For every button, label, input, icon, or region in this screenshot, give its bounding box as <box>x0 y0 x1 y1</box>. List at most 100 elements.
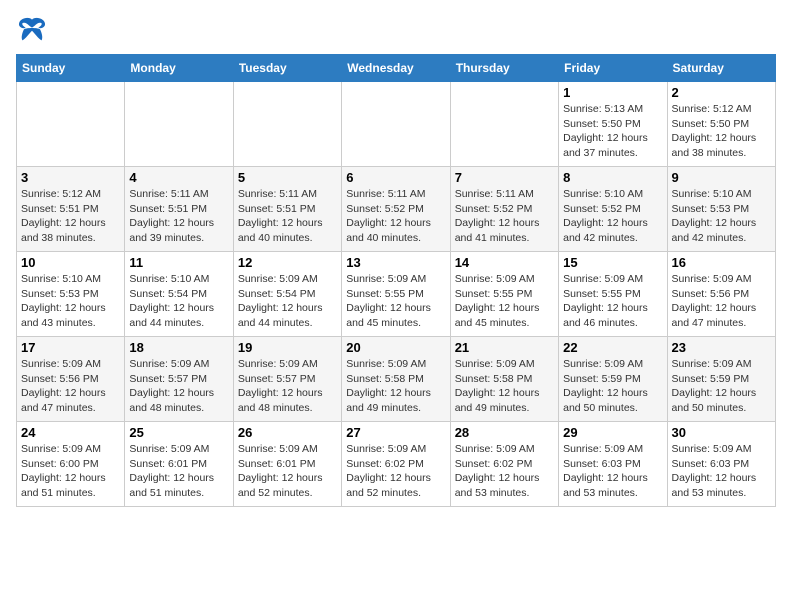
day-info: Sunrise: 5:13 AM Sunset: 5:50 PM Dayligh… <box>563 102 662 161</box>
calendar-cell: 23 Sunrise: 5:09 AM Sunset: 5:59 PM Dayli… <box>667 337 775 422</box>
day-info: Sunrise: 5:09 AM Sunset: 6:00 PM Dayligh… <box>21 442 120 501</box>
day-info: Sunrise: 5:11 AM Sunset: 5:52 PM Dayligh… <box>346 187 445 246</box>
day-info: Sunrise: 5:09 AM Sunset: 5:55 PM Dayligh… <box>455 272 554 331</box>
calendar-cell: 15Sunrise: 5:09 AM Sunset: 5:55 PM Dayli… <box>559 252 667 337</box>
calendar-cell: 2 Sunrise: 5:12 AM Sunset: 5:50 PM Daylig… <box>667 82 775 167</box>
day-info: Sunrise: 5:12 AM Sunset: 5:50 PM Dayligh… <box>672 102 771 161</box>
calendar-cell: 13 Sunrise: 5:09 AM Sunset: 5:55 PM Dayli… <box>342 252 450 337</box>
calendar-cell: 6 Sunrise: 5:11 AM Sunset: 5:52 PM Daylig… <box>342 167 450 252</box>
day-number: 4 <box>129 170 228 185</box>
day-info: Sunrise: 5:09 AM Sunset: 5:54 PM Dayligh… <box>238 272 337 331</box>
calendar-cell: 17 Sunrise: 5:09 AM Sunset: 5:56 PM Dayli… <box>17 337 125 422</box>
day-info: Sunrise: 5:09 AM Sunset: 5:55 PM Dayligh… <box>563 272 662 331</box>
day-info: Sunrise: 5:09 AM Sunset: 5:56 PM Dayligh… <box>21 357 120 416</box>
day-number: 25 <box>129 425 228 440</box>
day-number: 26 <box>238 425 337 440</box>
page-header <box>16 16 776 44</box>
day-info: Sunrise: 5:09 AM Sunset: 6:02 PM Dayligh… <box>346 442 445 501</box>
logo <box>16 16 52 44</box>
calendar-cell: 12 Sunrise: 5:09 AM Sunset: 5:54 PM Dayli… <box>233 252 341 337</box>
day-info: Sunrise: 5:09 AM Sunset: 5:55 PM Dayligh… <box>346 272 445 331</box>
day-info: Sunrise: 5:09 AM Sunset: 5:58 PM Dayligh… <box>346 357 445 416</box>
day-number: 30 <box>672 425 771 440</box>
day-info: Sunrise: 5:09 AM Sunset: 5:58 PM Dayligh… <box>455 357 554 416</box>
day-number: 16 <box>672 255 771 270</box>
weekday-header-saturday: Saturday <box>667 55 775 82</box>
calendar-cell: 10 Sunrise: 5:10 AM Sunset: 5:53 PM Dayli… <box>17 252 125 337</box>
day-number: 10 <box>21 255 120 270</box>
day-number: 11 <box>129 255 228 270</box>
day-info: Sunrise: 5:09 AM Sunset: 5:59 PM Dayligh… <box>563 357 662 416</box>
calendar-cell <box>125 82 233 167</box>
day-number: 20 <box>346 340 445 355</box>
weekday-header-thursday: Thursday <box>450 55 558 82</box>
day-info: Sunrise: 5:10 AM Sunset: 5:53 PM Dayligh… <box>21 272 120 331</box>
calendar-cell: 5Sunrise: 5:11 AM Sunset: 5:51 PM Daylig… <box>233 167 341 252</box>
calendar-cell: 28 Sunrise: 5:09 AM Sunset: 6:02 PM Dayli… <box>450 422 558 507</box>
calendar-week-row: 17 Sunrise: 5:09 AM Sunset: 5:56 PM Dayli… <box>17 337 776 422</box>
day-number: 14 <box>455 255 554 270</box>
day-number: 22 <box>563 340 662 355</box>
day-number: 23 <box>672 340 771 355</box>
calendar-cell: 26 Sunrise: 5:09 AM Sunset: 6:01 PM Dayli… <box>233 422 341 507</box>
calendar-cell: 24 Sunrise: 5:09 AM Sunset: 6:00 PM Dayli… <box>17 422 125 507</box>
day-number: 12 <box>238 255 337 270</box>
calendar-cell <box>233 82 341 167</box>
day-info: Sunrise: 5:09 AM Sunset: 6:01 PM Dayligh… <box>129 442 228 501</box>
day-info: Sunrise: 5:09 AM Sunset: 6:03 PM Dayligh… <box>672 442 771 501</box>
day-number: 8 <box>563 170 662 185</box>
calendar-cell: 7 Sunrise: 5:11 AM Sunset: 5:52 PM Daylig… <box>450 167 558 252</box>
day-number: 18 <box>129 340 228 355</box>
day-number: 21 <box>455 340 554 355</box>
day-number: 28 <box>455 425 554 440</box>
calendar-table: SundayMondayTuesdayWednesdayThursdayFrid… <box>16 54 776 507</box>
day-info: Sunrise: 5:09 AM Sunset: 6:01 PM Dayligh… <box>238 442 337 501</box>
calendar-cell: 20 Sunrise: 5:09 AM Sunset: 5:58 PM Dayli… <box>342 337 450 422</box>
day-number: 13 <box>346 255 445 270</box>
day-info: Sunrise: 5:11 AM Sunset: 5:51 PM Dayligh… <box>129 187 228 246</box>
weekday-header-tuesday: Tuesday <box>233 55 341 82</box>
calendar-week-row: 24 Sunrise: 5:09 AM Sunset: 6:00 PM Dayli… <box>17 422 776 507</box>
day-number: 29 <box>563 425 662 440</box>
day-number: 7 <box>455 170 554 185</box>
day-number: 9 <box>672 170 771 185</box>
day-number: 24 <box>21 425 120 440</box>
calendar-cell: 11 Sunrise: 5:10 AM Sunset: 5:54 PM Dayli… <box>125 252 233 337</box>
day-number: 2 <box>672 85 771 100</box>
day-number: 19 <box>238 340 337 355</box>
day-info: Sunrise: 5:11 AM Sunset: 5:52 PM Dayligh… <box>455 187 554 246</box>
calendar-cell <box>17 82 125 167</box>
weekday-header-sunday: Sunday <box>17 55 125 82</box>
day-info: Sunrise: 5:11 AM Sunset: 5:51 PM Dayligh… <box>238 187 337 246</box>
day-info: Sunrise: 5:09 AM Sunset: 5:57 PM Dayligh… <box>238 357 337 416</box>
day-info: Sunrise: 5:12 AM Sunset: 5:51 PM Dayligh… <box>21 187 120 246</box>
calendar-week-row: 10 Sunrise: 5:10 AM Sunset: 5:53 PM Dayli… <box>17 252 776 337</box>
day-number: 17 <box>21 340 120 355</box>
calendar-cell: 21 Sunrise: 5:09 AM Sunset: 5:58 PM Dayli… <box>450 337 558 422</box>
day-info: Sunrise: 5:09 AM Sunset: 5:59 PM Dayligh… <box>672 357 771 416</box>
day-number: 1 <box>563 85 662 100</box>
day-info: Sunrise: 5:10 AM Sunset: 5:54 PM Dayligh… <box>129 272 228 331</box>
calendar-header-row: SundayMondayTuesdayWednesdayThursdayFrid… <box>17 55 776 82</box>
calendar-cell: 9Sunrise: 5:10 AM Sunset: 5:53 PM Daylig… <box>667 167 775 252</box>
calendar-cell: 14 Sunrise: 5:09 AM Sunset: 5:55 PM Dayli… <box>450 252 558 337</box>
calendar-cell: 8Sunrise: 5:10 AM Sunset: 5:52 PM Daylig… <box>559 167 667 252</box>
calendar-cell: 22 Sunrise: 5:09 AM Sunset: 5:59 PM Dayli… <box>559 337 667 422</box>
day-number: 6 <box>346 170 445 185</box>
calendar-cell: 30 Sunrise: 5:09 AM Sunset: 6:03 PM Dayli… <box>667 422 775 507</box>
calendar-cell: 18Sunrise: 5:09 AM Sunset: 5:57 PM Dayli… <box>125 337 233 422</box>
logo-icon <box>16 16 48 44</box>
calendar-cell <box>342 82 450 167</box>
calendar-cell: 16 Sunrise: 5:09 AM Sunset: 5:56 PM Dayli… <box>667 252 775 337</box>
weekday-header-wednesday: Wednesday <box>342 55 450 82</box>
calendar-cell: 29Sunrise: 5:09 AM Sunset: 6:03 PM Dayli… <box>559 422 667 507</box>
calendar-week-row: 3Sunrise: 5:12 AM Sunset: 5:51 PM Daylig… <box>17 167 776 252</box>
weekday-header-friday: Friday <box>559 55 667 82</box>
day-info: Sunrise: 5:09 AM Sunset: 5:56 PM Dayligh… <box>672 272 771 331</box>
day-number: 27 <box>346 425 445 440</box>
calendar-week-row: 1 Sunrise: 5:13 AM Sunset: 5:50 PM Daylig… <box>17 82 776 167</box>
calendar-cell: 27 Sunrise: 5:09 AM Sunset: 6:02 PM Dayli… <box>342 422 450 507</box>
calendar-cell: 1 Sunrise: 5:13 AM Sunset: 5:50 PM Daylig… <box>559 82 667 167</box>
calendar-cell: 3Sunrise: 5:12 AM Sunset: 5:51 PM Daylig… <box>17 167 125 252</box>
day-info: Sunrise: 5:09 AM Sunset: 6:02 PM Dayligh… <box>455 442 554 501</box>
